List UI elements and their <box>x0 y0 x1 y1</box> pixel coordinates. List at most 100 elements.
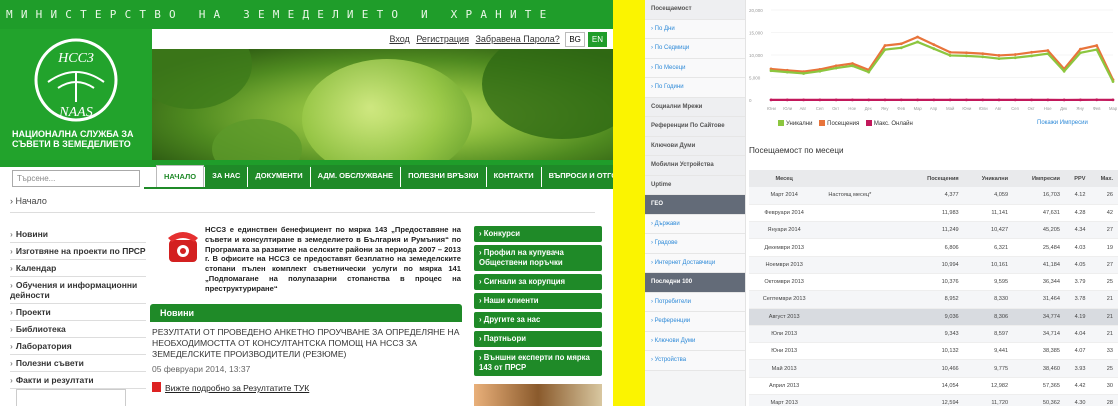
nav-faq[interactable]: ВЪПРОСИ И ОТГОВОРИ <box>541 165 613 187</box>
monthly-visits-table: Месец Посещения Уникални Импресии PPV Max. Ма… <box>749 170 1118 406</box>
stats-sidebar-item[interactable]: › Държави <box>645 214 745 234</box>
table-cell: 36,344 <box>1013 273 1065 292</box>
stats-sidebar-item[interactable]: › Референции <box>645 312 745 332</box>
nav-home[interactable]: НАЧАЛО <box>156 165 205 187</box>
column-header[interactable]: Max. <box>1090 170 1118 187</box>
data-point <box>899 42 903 46</box>
menu-item-trainings[interactable]: › Обучения и информационни дейности <box>10 277 146 304</box>
link-contests[interactable]: › Конкурси <box>474 226 602 242</box>
column-header[interactable]: PPV <box>1065 170 1091 187</box>
data-point <box>981 55 985 59</box>
data-point <box>834 98 838 102</box>
naas-logo[interactable]: НССЗ NAAS НАЦИОНАЛНА СЛУЖБА ЗА СЪВЕТИ В … <box>0 29 152 160</box>
menu-item-calendar[interactable]: › Календар <box>10 260 146 277</box>
stats-sidebar: Посещаемост › По Дни › По Седмици › По Месе… <box>645 0 746 406</box>
link-corruption-signals[interactable]: › Сигнали за корупция <box>474 274 602 290</box>
link-buyer-profile[interactable]: › Профил на купувача Обществени поръчки <box>474 245 602 271</box>
stats-sidebar-item[interactable]: Референции По Сайтове <box>645 117 745 137</box>
data-point <box>932 98 936 102</box>
data-point <box>867 98 871 102</box>
nav-about[interactable]: ЗА НАС <box>205 165 248 187</box>
column-header[interactable] <box>824 170 907 187</box>
stats-sidebar-item[interactable]: Ключови Думи <box>645 136 745 156</box>
nav-contacts[interactable]: КОНТАКТИ <box>486 165 541 187</box>
menu-item-advice[interactable]: › Полезни съвети <box>10 355 146 372</box>
x-tick-label: Юли <box>783 106 792 111</box>
quick-links: › Конкурси › Профил на купувача Обществе… <box>474 226 602 379</box>
table-cell: 25 <box>1090 273 1118 292</box>
data-point <box>1046 98 1050 102</box>
table-cell: 8,952 <box>906 290 964 309</box>
table-cell: Август 2013 <box>749 308 825 326</box>
stats-sidebar-item[interactable]: Последни 100 <box>645 273 745 293</box>
data-point <box>1079 47 1082 51</box>
table-row: Март 2013 12,594 11,720 50,362 4.30 28 <box>749 394 1118 406</box>
stats-sidebar-item[interactable]: › По Месеци <box>645 58 745 78</box>
stats-sidebar-item[interactable]: Uptime <box>645 175 745 195</box>
link-others-about-us[interactable]: › Другите за нас <box>474 312 602 328</box>
data-point <box>899 98 903 102</box>
menu-item-laboratory[interactable]: › Лаборатория <box>10 338 146 355</box>
breadcrumb[interactable]: › Начало <box>10 196 47 206</box>
table-cell: 33 <box>1090 342 1118 361</box>
legend-swatch-max-online <box>865 120 872 126</box>
news-more-link[interactable]: Вижте подробно за Резултатите ТУК <box>152 382 309 393</box>
stats-sidebar-item[interactable]: › Потребители <box>645 292 745 312</box>
table-cell: 9,595 <box>963 273 1014 292</box>
data-point <box>997 57 1001 60</box>
table-cell: 4.19 <box>1065 308 1091 326</box>
stats-sidebar-item[interactable]: › По Седмици <box>645 39 745 59</box>
stats-sidebar-item[interactable]: › Ключови Думи <box>645 331 745 351</box>
forgot-password-link[interactable]: Забравена Парола? <box>475 34 559 44</box>
data-point <box>997 98 1001 102</box>
table-row: Декември 2013 6,806 6,321 25,484 4.03 19 <box>749 238 1118 257</box>
x-tick-label: Ное <box>1044 106 1052 111</box>
breadcrumb-divider <box>10 212 595 213</box>
x-tick-label: Дек <box>1060 106 1067 111</box>
menu-item-projects-prsr[interactable]: › Изготвяне на проекти по ПРСР <box>10 243 146 260</box>
stats-sidebar-item[interactable]: › Градове <box>645 234 745 254</box>
stats-sidebar-item[interactable]: › По Дни <box>645 19 745 39</box>
lang-bg-button[interactable]: BG <box>565 32 585 47</box>
link-partners[interactable]: › Партньори <box>474 331 602 347</box>
register-link[interactable]: Регистрация <box>416 34 469 44</box>
show-impressions-link[interactable]: Покажи Импресии <box>1037 120 1088 126</box>
stats-sidebar-item[interactable]: › Интернет Доставчици <box>645 253 745 273</box>
menu-item-facts[interactable]: › Факти и резултати <box>10 372 146 389</box>
news-title[interactable]: РЕЗУЛТАТИ ОТ ПРОВЕДЕНО АНКЕТНО ПРОУЧВАНЕ… <box>152 327 462 360</box>
link-our-clients[interactable]: › Наши клиенти <box>474 293 602 309</box>
table-cell: 10,466 <box>906 359 964 378</box>
table-cell: Март 2014 <box>749 187 825 205</box>
stats-sidebar-item[interactable]: › Устройства <box>645 351 745 371</box>
stats-sidebar-item[interactable]: Посещаемост <box>645 0 745 20</box>
stats-sidebar-item[interactable]: › По Години <box>645 78 745 98</box>
y-tick-label: 5,000 <box>749 76 761 81</box>
nav-useful-links[interactable]: ПОЛЕЗНИ ВРЪЗКИ <box>401 165 486 187</box>
column-header[interactable]: Импресии <box>1013 170 1065 187</box>
data-point <box>883 98 887 102</box>
menu-item-library[interactable]: › Библиотека <box>10 321 146 338</box>
x-tick-label: Мар <box>1109 106 1118 111</box>
table-cell: 27 <box>1090 256 1118 274</box>
login-link[interactable]: Вход <box>389 34 409 44</box>
column-header[interactable]: Уникални <box>963 170 1014 187</box>
account-links: Вход Регистрация Забравена Парола? BG EN <box>152 29 613 49</box>
table-cell: 12,982 <box>963 377 1014 396</box>
lang-en-button[interactable]: EN <box>587 32 607 47</box>
column-header[interactable]: Посещения <box>906 170 964 187</box>
nav-documents[interactable]: ДОКУМЕНТИ <box>248 165 310 187</box>
pdf-icon <box>152 382 161 392</box>
table-cell: 21 <box>1090 290 1118 309</box>
stats-sidebar-item[interactable]: Мобилни Устройства <box>645 156 745 176</box>
data-point <box>1062 98 1066 102</box>
legend-unique: Уникални <box>786 121 813 127</box>
link-external-experts[interactable]: › Външни експерти по мярка 143 от ПРСР <box>474 350 602 376</box>
search-input[interactable]: Търсене... <box>12 170 140 187</box>
nav-admin-services[interactable]: АДМ. ОБСЛУЖВАНЕ <box>310 165 401 187</box>
menu-item-news[interactable]: › Новини <box>10 226 146 243</box>
stats-sidebar-item[interactable]: ГЕО <box>645 195 745 215</box>
menu-item-projects[interactable]: › Проекти <box>10 304 146 321</box>
column-header[interactable]: Месец <box>749 170 825 187</box>
x-tick-label: Юни <box>767 106 777 111</box>
stats-sidebar-item[interactable]: Социални Мрежи <box>645 97 745 117</box>
